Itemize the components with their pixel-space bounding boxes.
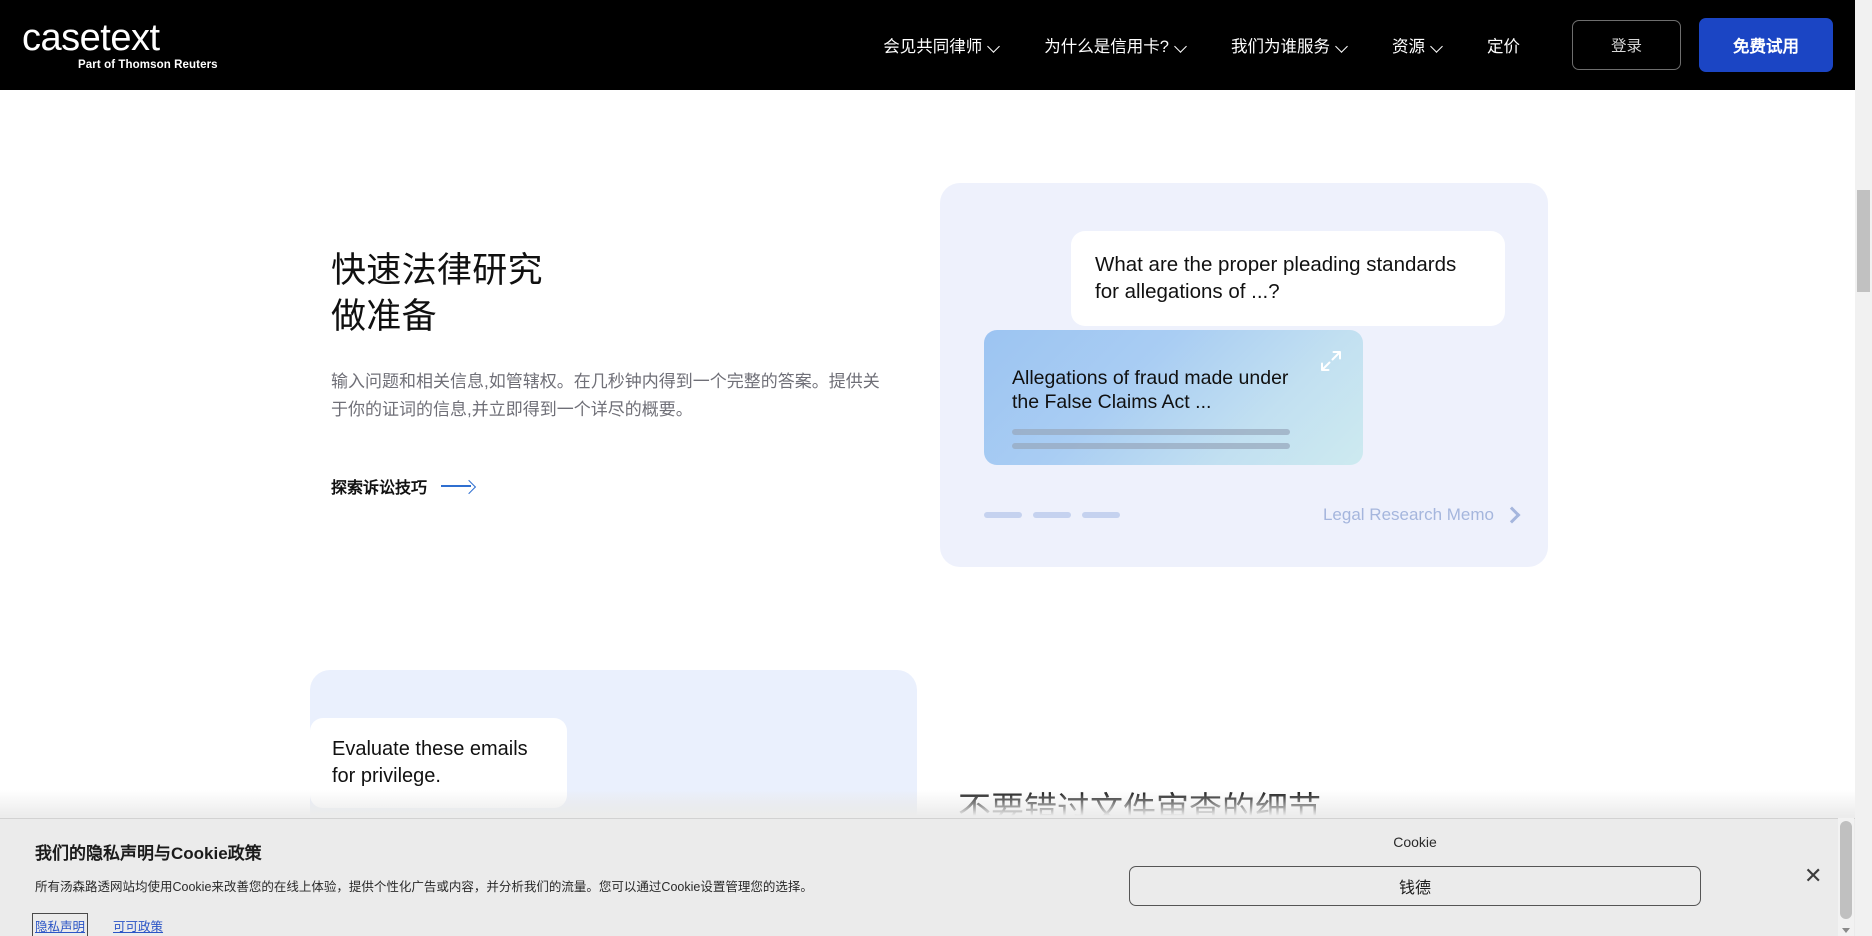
answer-card[interactable]: Allegations of fraud made under the Fals… xyxy=(984,330,1363,465)
nav-item-label: 会见共同律师 xyxy=(883,38,983,56)
login-button[interactable]: 登录 xyxy=(1571,20,1681,70)
explore-litigation-label: 探索诉讼技巧 xyxy=(331,480,428,498)
nav-item-label: 定价 xyxy=(1486,38,1520,56)
logo-subtitle: Part of Thomson Reuters xyxy=(78,58,218,71)
logo-wordmark: casetext xyxy=(22,16,160,59)
question-bubble: What are the proper pleading standards f… xyxy=(1071,231,1505,327)
hero-title: 快速法律研究 做准备 xyxy=(331,248,891,340)
top-navigation-bar: casetext Part of Thomson Reuters 会见共同律师 … xyxy=(0,0,1855,90)
panel-footer: Legal Research Memo xyxy=(984,505,1521,525)
chevron-down-icon xyxy=(1432,42,1443,49)
cookie-settings-label: Cookie xyxy=(1393,834,1437,850)
page-scrollbar-thumb[interactable] xyxy=(1857,190,1870,292)
skeleton-line xyxy=(1012,442,1290,449)
skeleton-line xyxy=(1012,428,1290,435)
question-text: What are the proper pleading standards f… xyxy=(1095,253,1457,304)
page-root: casetext Part of Thomson Reuters 会见共同律师 … xyxy=(0,0,1872,936)
nav-item-label: 为什么是信用卡? xyxy=(1044,38,1169,56)
scroll-down-arrow-icon[interactable] xyxy=(1842,928,1850,933)
free-trial-button[interactable]: 免费试用 xyxy=(1699,18,1833,72)
nav-item-label: 资源 xyxy=(1391,38,1425,56)
hero-description: 输入问题和相关信息,如管辖权。在几秒钟内得到一个完整的答案。提供关于你的证词的信… xyxy=(331,372,880,420)
legal-research-memo-label: Legal Research Memo xyxy=(1322,505,1494,524)
answer-skeleton-lines xyxy=(1012,428,1290,449)
cookie-banner-actions: Cookie 钱德 xyxy=(1060,830,1770,906)
cookie-policy-link[interactable]: 可可政策 xyxy=(113,916,163,935)
chevron-down-icon xyxy=(1337,42,1348,49)
cookie-banner-close-icon[interactable]: ✕ xyxy=(1804,865,1822,887)
cookie-banner-text-block: 我们的隐私声明与Cookie政策 所有汤森路透网站均使用Cookie来改善您的在… xyxy=(31,839,1055,936)
nav-item-resources[interactable]: 资源 xyxy=(1370,25,1465,65)
expand-arrows-icon[interactable] xyxy=(1319,349,1343,373)
chevron-right-icon xyxy=(1503,506,1521,524)
arrow-right-icon xyxy=(441,479,475,493)
hero-title-line-2: 做准备 xyxy=(331,297,437,337)
cookie-accept-button[interactable]: 钱德 xyxy=(1129,866,1701,906)
chevron-down-icon xyxy=(989,42,1000,49)
nav-item-why-cocounsel[interactable]: 为什么是信用卡? xyxy=(1022,25,1209,65)
pagination-dot[interactable] xyxy=(1082,512,1120,518)
cookie-banner-title: 我们的隐私声明与Cookie政策 xyxy=(35,844,262,863)
pagination-dot[interactable] xyxy=(1033,512,1071,518)
cookie-banner-links: 隐私声明 可可政策 xyxy=(31,912,1055,936)
answer-text: Allegations of fraud made under the Fals… xyxy=(1012,367,1289,414)
evaluate-emails-text: Evaluate these emails for privilege. xyxy=(332,738,528,787)
hero-demo-panel: What are the proper pleading standards f… xyxy=(940,183,1548,567)
nav-links: 会见共同律师 为什么是信用卡? 我们为谁服务 资源 定价 xyxy=(861,25,1542,65)
chevron-down-icon xyxy=(1176,42,1187,49)
nav-item-meet-cocounsel[interactable]: 会见共同律师 xyxy=(861,25,1022,65)
cookie-banner-body: 所有汤森路透网站均使用Cookie来改善您的在线上体验，提供个性化广告或内容，并… xyxy=(35,880,813,894)
nav-item-label: 我们为谁服务 xyxy=(1230,38,1330,56)
page-scrollbar[interactable] xyxy=(1855,0,1872,936)
casetext-logo[interactable]: casetext Part of Thomson Reuters xyxy=(22,19,218,72)
cookie-dialog-scrollbar[interactable] xyxy=(1838,818,1854,936)
explore-litigation-link[interactable]: 探索诉讼技巧 xyxy=(331,474,475,498)
hero-text-block: 快速法律研究 做准备 输入问题和相关信息,如管辖权。在几秒钟内得到一个完整的答案… xyxy=(331,248,891,498)
carousel-pagination[interactable] xyxy=(984,512,1120,518)
nav-item-who-we-serve[interactable]: 我们为谁服务 xyxy=(1209,25,1370,65)
legal-research-memo-link[interactable]: Legal Research Memo xyxy=(1322,505,1521,525)
evaluate-emails-bubble: Evaluate these emails for privilege. xyxy=(310,718,567,809)
nav-item-pricing[interactable]: 定价 xyxy=(1465,25,1542,65)
cookie-scrollbar-thumb[interactable] xyxy=(1840,821,1852,919)
pagination-dot[interactable] xyxy=(984,512,1022,518)
nav-actions: 登录 免费试用 xyxy=(1571,18,1833,72)
privacy-statement-link[interactable]: 隐私声明 xyxy=(31,912,89,936)
content-fade-overlay xyxy=(0,790,1855,818)
hero-title-line-1: 快速法律研究 xyxy=(331,251,543,290)
